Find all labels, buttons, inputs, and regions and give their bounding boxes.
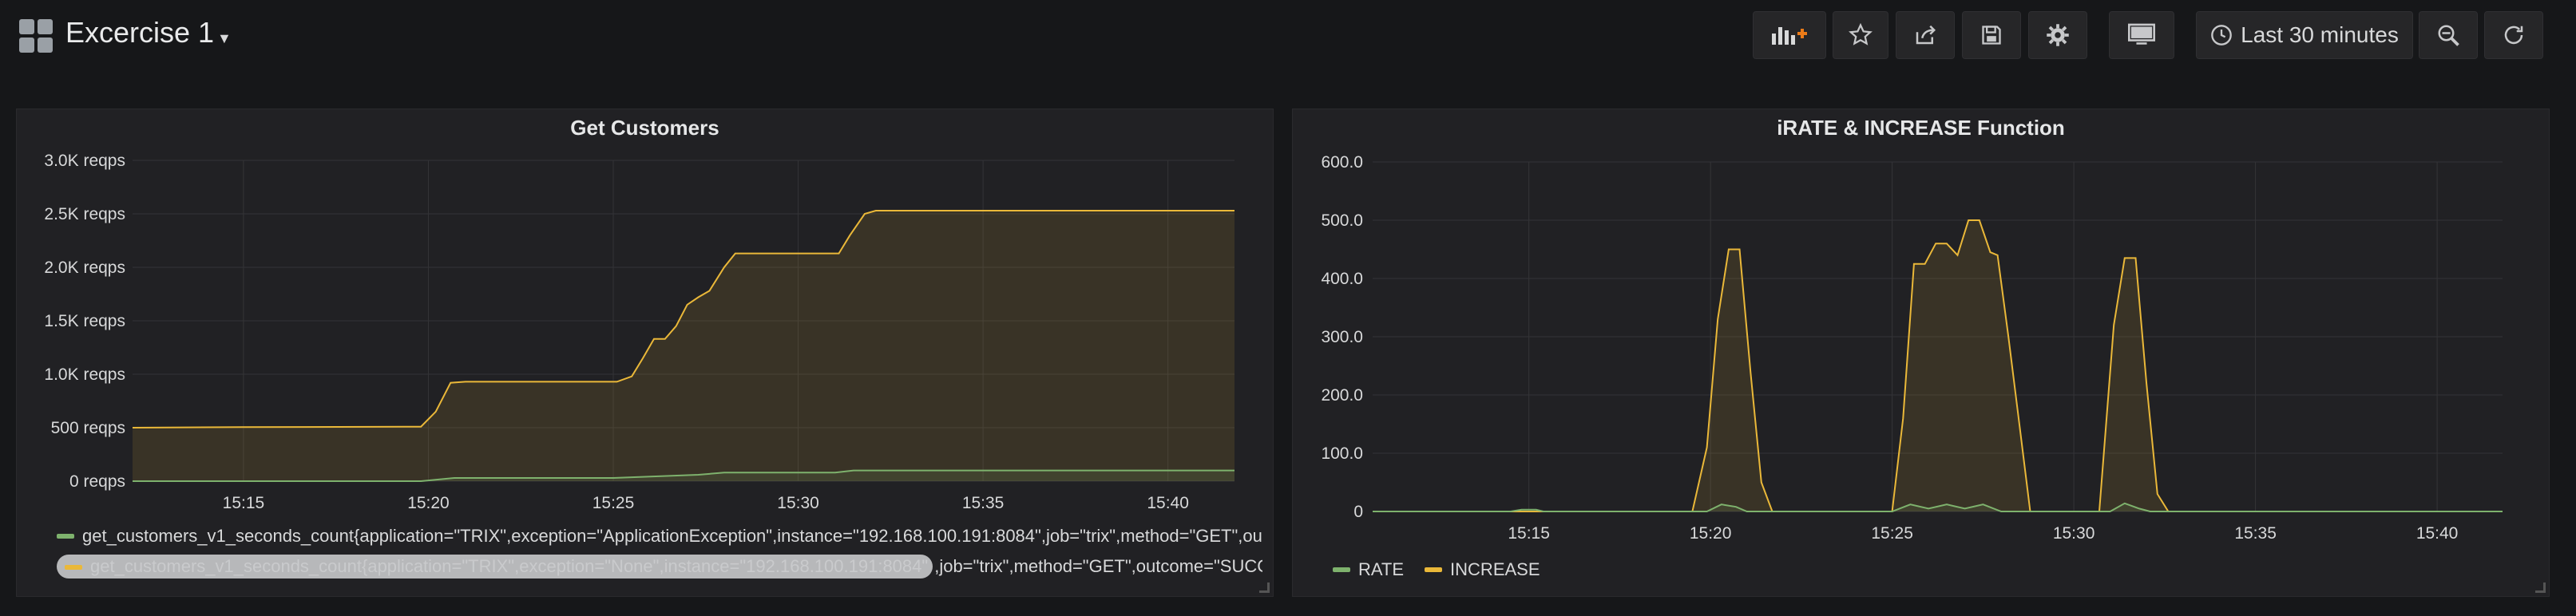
y-tick-label: 500 reqps xyxy=(51,419,125,437)
series-area xyxy=(1373,220,2503,511)
clock-icon xyxy=(2211,25,2232,45)
y-tick-label: 100.0 xyxy=(1321,444,1363,463)
y-tick-label: 3.0K reqps xyxy=(44,152,125,170)
share-icon xyxy=(1916,25,1936,45)
panel-resize-handle[interactable] xyxy=(1259,582,1270,593)
y-tick-label: 2.0K reqps xyxy=(44,259,125,277)
save-button[interactable] xyxy=(1962,11,2021,59)
y-tick-label: 300.0 xyxy=(1321,328,1363,346)
legend-label-rest: ,job="trix",method="GET",outcome="SUCCE xyxy=(934,556,1262,576)
panel-get-customers[interactable]: Get Customers 0 reqps 500 reqps 1.0K reqps… xyxy=(16,109,1274,597)
y-tick-label: 1.5K reqps xyxy=(44,312,125,330)
y-tick-label: 400.0 xyxy=(1321,270,1363,288)
x-tick-label: 15:20 xyxy=(407,494,450,508)
x-tick-label: 15:25 xyxy=(1871,524,1913,540)
star-icon xyxy=(1849,23,1873,45)
x-tick-label: 15:15 xyxy=(1508,524,1550,540)
legend-label-selected-text: get_customers_v1_seconds_count{applicati… xyxy=(90,556,929,576)
y-tick-label: 0 reqps xyxy=(69,472,125,491)
legend: RATE INCREASE xyxy=(1333,556,1812,583)
x-tick-label: 15:30 xyxy=(777,494,819,508)
add-panel-button[interactable] xyxy=(1753,11,1826,59)
legend-label[interactable]: get_customers_v1_seconds_count{applicati… xyxy=(82,526,1262,547)
dashboard-grid-icon[interactable] xyxy=(19,19,53,53)
settings-button[interactable] xyxy=(2028,11,2087,59)
chart-get-customers[interactable]: 0 reqps 500 reqps 1.0K reqps 1.5K reqps 2.0K… xyxy=(17,109,1274,508)
bar-chart-plus-icon xyxy=(1772,27,1807,45)
y-tick-label: 500.0 xyxy=(1321,211,1363,230)
legend-items: RATE INCREASE xyxy=(1333,556,1812,583)
y-tick-label: 200.0 xyxy=(1321,386,1363,405)
legend: get_customers_v1_seconds_count{applicati… xyxy=(57,523,1262,580)
legend-swatch-rate xyxy=(1333,567,1350,572)
x-tick-label: 15:30 xyxy=(2053,524,2095,540)
top-navbar: Excercise 1 ▼ Last 30 minutes xyxy=(0,0,2576,72)
series-area xyxy=(133,211,1234,481)
x-tick-label: 15:40 xyxy=(2416,524,2459,540)
dashboard-title[interactable]: Excercise 1 xyxy=(65,16,214,49)
legend-swatch-increase xyxy=(1425,567,1443,572)
y-tick-label: 1.0K reqps xyxy=(44,365,125,384)
x-tick-label: 15:20 xyxy=(1690,524,1732,540)
legend-label-increase[interactable]: INCREASE xyxy=(1450,559,1540,580)
zoom-out-icon xyxy=(2438,25,2459,46)
time-range-label: Last 30 minutes xyxy=(2241,22,2399,47)
chart-irate-increase[interactable]: 0 100.0 200.0 300.0 400.0 500.0 600.0 15:15 15:2… xyxy=(1293,109,2550,540)
save-icon xyxy=(1982,26,2001,45)
x-tick-label: 15:15 xyxy=(223,494,265,508)
monitor-icon xyxy=(2128,23,2155,45)
legend-swatch xyxy=(65,565,82,571)
x-tick-label: 15:25 xyxy=(592,494,635,508)
x-tick-label: 15:40 xyxy=(1147,494,1189,508)
refresh-button[interactable] xyxy=(2484,11,2543,59)
tv-mode-button[interactable] xyxy=(2109,11,2174,59)
star-button[interactable] xyxy=(1833,11,1888,59)
legend-item[interactable]: get_customers_v1_seconds_count{applicati… xyxy=(57,523,1262,550)
chevron-down-icon[interactable]: ▼ xyxy=(217,30,232,47)
y-tick-label: 2.5K reqps xyxy=(44,205,125,223)
legend-item[interactable]: get_customers_v1_seconds_count{applicati… xyxy=(57,553,1262,580)
legend-swatch xyxy=(57,534,74,539)
gear-icon xyxy=(2047,24,2069,46)
y-tick-label: 0 xyxy=(1353,503,1363,521)
panel-resize-handle[interactable] xyxy=(2535,582,2546,593)
share-button[interactable] xyxy=(1896,11,1955,59)
x-tick-label: 15:35 xyxy=(962,494,1005,508)
legend-label-rate[interactable]: RATE xyxy=(1358,559,1404,580)
legend-label-selected[interactable]: get_customers_v1_seconds_count{applicati… xyxy=(57,555,933,578)
panel-irate-increase[interactable]: iRATE & INCREASE Function 0 100.0 200.0 300… xyxy=(1292,109,2550,597)
time-range-picker[interactable]: Last 30 minutes xyxy=(2196,11,2413,59)
y-tick-label: 600.0 xyxy=(1321,153,1363,172)
zoom-out-button[interactable] xyxy=(2419,11,2478,59)
x-tick-label: 15:35 xyxy=(2234,524,2277,540)
refresh-icon xyxy=(2504,26,2523,45)
